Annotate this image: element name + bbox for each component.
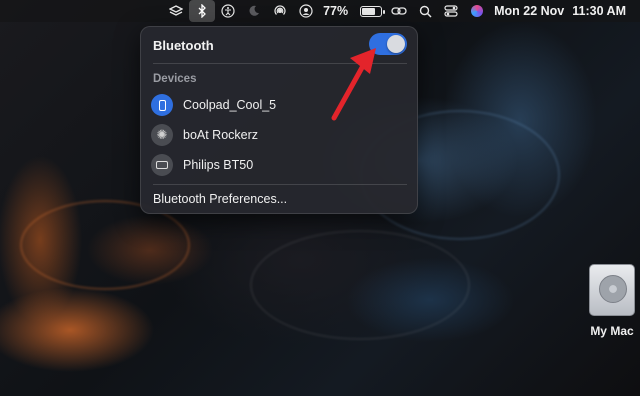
search-icon[interactable] <box>412 0 438 22</box>
bluetooth-preferences-link[interactable]: Bluetooth Preferences... <box>153 192 287 206</box>
menubar-time[interactable]: 11:30 AM <box>568 4 630 18</box>
layers-icon[interactable] <box>163 0 189 22</box>
control-center-icon[interactable] <box>438 0 464 22</box>
battery-fill <box>361 7 375 15</box>
battery-indicator <box>359 5 385 17</box>
drive-label: My Mac <box>590 324 634 338</box>
siri-icon[interactable] <box>464 0 490 22</box>
divider <box>153 184 407 185</box>
devices-section-label: Devices <box>153 73 197 85</box>
device-name: Philips BT50 <box>183 158 254 172</box>
wallpaper-swirl <box>250 230 470 340</box>
spinner-icon: ✺ <box>151 124 173 146</box>
device-name: boAt Rockerz <box>183 128 259 142</box>
bluetooth-icon[interactable] <box>189 0 216 22</box>
device-item-boat[interactable]: ✺ boAt Rockerz <box>151 123 407 147</box>
my-mac-drive[interactable]: My Mac <box>585 264 639 338</box>
panel-title: Bluetooth <box>153 38 214 53</box>
device-name: Coolpad_Cool_5 <box>183 98 277 112</box>
airplay-icon[interactable] <box>267 0 293 22</box>
phone-icon <box>151 94 173 116</box>
keyboard-icon <box>151 154 173 176</box>
annotation-arrow <box>331 48 376 121</box>
device-item-philips[interactable]: Philips BT50 <box>151 153 407 177</box>
accessibility-icon[interactable] <box>215 0 241 22</box>
menubar-date[interactable]: Mon 22 Nov <box>490 4 568 18</box>
battery-icon[interactable] <box>352 0 386 22</box>
battery-percent: 77% <box>323 4 349 18</box>
siri-orb <box>471 5 484 17</box>
moon-icon[interactable] <box>241 0 267 22</box>
menu-bar: 77% Mon 22 Nov 11:30 AM <box>0 0 640 22</box>
link-icon[interactable] <box>386 0 412 22</box>
user-icon[interactable] <box>293 0 319 22</box>
hard-drive-icon <box>589 264 635 316</box>
